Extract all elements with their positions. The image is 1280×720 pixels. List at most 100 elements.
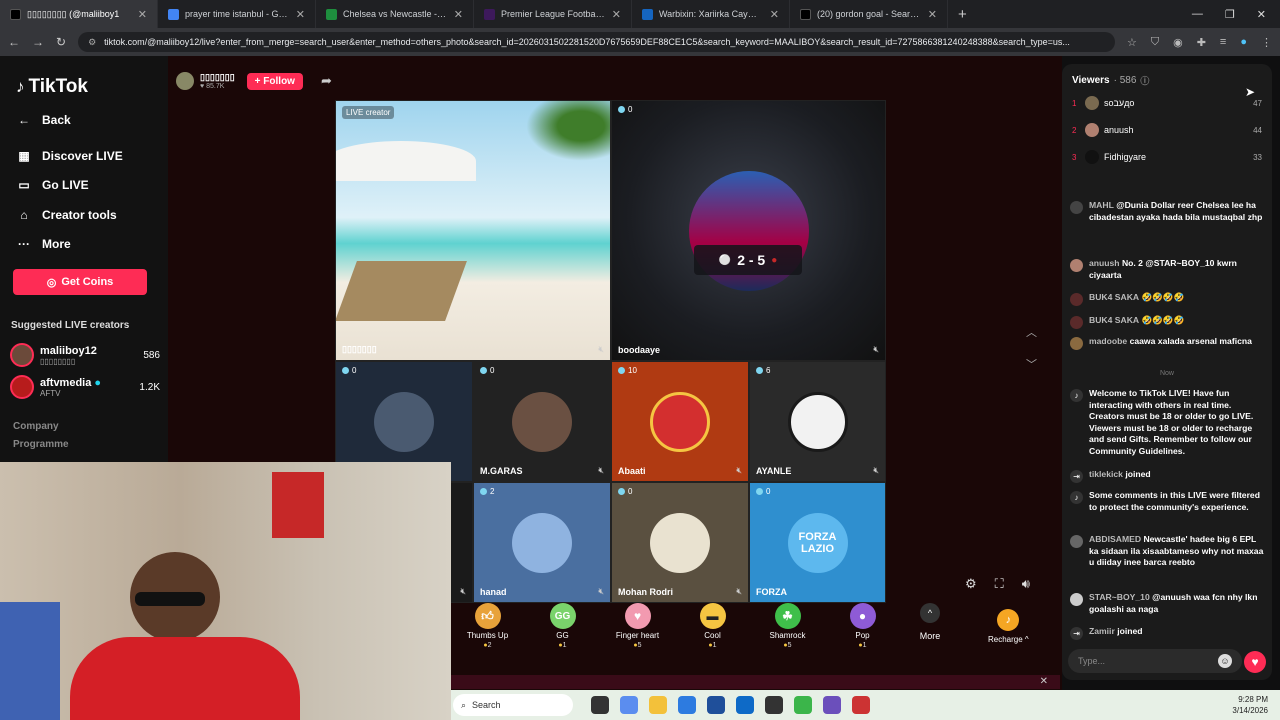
chevron-up-icon[interactable]: ︿ [1026,324,1037,340]
browser-tab[interactable]: Chelsea vs Newcastle - live sco✕ [316,0,474,28]
app-icon[interactable] [852,696,870,714]
close-tab-icon[interactable]: ✕ [770,8,779,21]
media-icon[interactable]: ≡ [1220,36,1226,49]
task-view-icon[interactable] [591,696,609,714]
store-icon[interactable] [707,696,725,714]
footer-link[interactable]: Company [13,421,59,432]
chat-input[interactable]: Type... ☺ [1068,649,1242,673]
puzzle-icon[interactable]: ✚ [1197,36,1206,49]
follow-button[interactable]: + Follow [246,72,303,90]
close-tab-icon[interactable]: ✕ [928,8,937,21]
avatar[interactable] [1070,593,1083,606]
back-arrow-icon[interactable]: ← [8,35,20,49]
top-viewer-row[interactable]: 2 anuush 44 [1072,123,1262,137]
taskbar-clock[interactable]: 9:28 PM 3/14/2026 [1232,694,1280,716]
mute-icon[interactable]: 🔇︎ [598,465,604,476]
outlook-icon[interactable] [736,696,754,714]
browser-tab[interactable]: Warbixin: Xariirka Caymiska ee✕ [632,0,790,28]
guest-video-tile[interactable]: 0 Mohan Rodri 🔇︎ [611,482,749,603]
nav-more[interactable]: ··· More [16,237,71,251]
reload-icon[interactable]: ↻ [56,35,66,49]
settings-icon[interactable]: ⚙ [965,576,977,592]
close-tab-icon[interactable]: ✕ [454,8,463,21]
gift-thumbs-up[interactable]: 👍︎ Thumbs Up ●2 [450,603,525,667]
bookmark-star-icon[interactable]: ☆ [1127,36,1137,49]
file-explorer-icon[interactable] [649,696,667,714]
avatar[interactable] [1070,337,1083,350]
mute-icon[interactable]: 🔇︎ [736,465,742,476]
host-video-tile[interactable]: LIVE creator ▯▯▯▯▯▯▯ 🔇︎ [335,100,611,361]
avatar[interactable] [1070,259,1083,272]
share-icon[interactable]: ➦ [321,73,332,89]
maximize-icon[interactable]: ❐ [1225,8,1235,21]
close-icon[interactable]: ✕ [1040,676,1048,687]
guest-video-tile[interactable]: 6 AYANLE 🔇︎ [749,361,886,482]
new-tab-button[interactable]: + [948,6,977,23]
browser-tab[interactable]: (20) gordon goal - Search / X ✕ [790,0,948,28]
forward-arrow-icon[interactable]: → [32,35,44,49]
like-heart-button[interactable]: ♥ [1244,651,1266,673]
gift-shamrock[interactable]: ☘ Shamrock ●5 [750,603,825,667]
guest-video-tile[interactable]: 10 Abaati 🔇︎ [611,361,749,482]
nav-creator-tools[interactable]: ⌂ Creator tools [16,208,116,222]
fullscreen-icon[interactable]: ⛶ [995,576,1004,592]
gift-cool[interactable]: ▬ Cool ●1 [675,603,750,667]
chevron-down-icon[interactable]: ﹀ [1026,356,1037,372]
mute-icon[interactable]: 🔇︎ [460,586,466,597]
nav-discover-live[interactable]: ▦ Discover LIVE [16,149,122,163]
tiktok-logo[interactable]: ♪ TikTok [16,76,88,98]
recharge-button[interactable]: ♪ Recharge ^ [988,609,1029,644]
avatar[interactable] [1070,293,1083,306]
volume-icon[interactable]: 🔊︎ [1022,576,1030,592]
avatar[interactable] [1070,316,1083,329]
gift-gg[interactable]: GG GG ●1 [525,603,600,667]
nav-go-live[interactable]: ▭ Go LIVE [16,178,88,192]
app-icon[interactable] [823,696,841,714]
close-tab-icon[interactable]: ✕ [138,8,147,21]
close-tab-icon[interactable]: ✕ [296,8,305,21]
close-tab-icon[interactable]: ✕ [612,8,621,21]
top-viewer-row[interactable]: 3 Fidhigyare 33 [1072,150,1262,164]
guest-video-tile[interactable]: 0 ⚪ 2 - 5 ● boodaaye 🔇︎ [611,100,886,361]
mute-icon[interactable]: 🔇︎ [873,465,879,476]
mute-icon[interactable]: 🔇︎ [736,586,742,597]
gift-pop[interactable]: ● Pop ●1 [825,603,900,667]
taskbar-search[interactable]: ⌕ Search [453,694,573,716]
browser-tab[interactable]: prayer time istanbul - Google S✕ [158,0,316,28]
more-gifts-button[interactable]: ^ More [900,603,960,667]
profile-icon[interactable]: ● [1240,36,1247,49]
guest-video-tile[interactable]: 0 M.GARAS 🔇︎ [473,361,611,482]
shield-icon[interactable]: ⛉ [1151,36,1159,49]
back-button[interactable]: ← Back [16,113,71,127]
top-viewer-row[interactable]: 1 ѕoעבдо 47 [1072,96,1262,110]
get-coins-button[interactable]: ◎ Get Coins [13,269,147,295]
suggested-creator[interactable]: aftvmedia ● AFTV 1.2K [10,375,160,399]
copilot-icon[interactable] [620,696,638,714]
guest-video-tile[interactable]: 2 hanad 🔇︎ [473,482,611,603]
obs-icon[interactable] [765,696,783,714]
sunglasses-shape [135,592,205,606]
avatar[interactable] [176,72,194,90]
viewers-header[interactable]: Viewers · 586 ⓘ [1072,74,1149,87]
minimize-icon[interactable]: — [1192,8,1203,21]
avatar[interactable] [1070,535,1083,548]
close-window-icon[interactable]: ✕ [1257,8,1266,21]
url-field[interactable]: ⚙ tiktok.com/@maliiboy12/live?enter_from_… [78,32,1115,52]
mute-icon[interactable]: 🔇︎ [873,344,879,355]
edge-icon[interactable] [678,696,696,714]
emoji-icon[interactable]: ☺ [1218,654,1232,668]
suggested-creator[interactable]: maliiboy12 ▯▯▯▯▯▯▯▯ 586 [10,343,160,367]
guest-video-tile[interactable]: 🔇︎ [450,482,473,603]
browser-tab[interactable]: ▯▯▯▯▯▯▯▯ (@maliiboy1 ✕ [0,0,158,28]
chrome-icon[interactable] [794,696,812,714]
extension-icon[interactable]: ◉ [1173,36,1183,49]
mute-icon[interactable]: 🔇︎ [598,586,604,597]
footer-link[interactable]: Programme [13,439,69,450]
mute-icon[interactable]: 🔇︎ [598,344,604,355]
gift-finger-heart[interactable]: ♥ Finger heart ●5 [600,603,675,667]
guest-video-tile[interactable]: 0 FORZA LAZIO FORZA [749,482,886,603]
avatar[interactable] [1070,201,1083,214]
browser-tab[interactable]: Premier League Football News,✕ [474,0,632,28]
menu-icon[interactable]: ⋮ [1261,36,1272,49]
site-info-icon[interactable]: ⚙ [88,37,96,48]
